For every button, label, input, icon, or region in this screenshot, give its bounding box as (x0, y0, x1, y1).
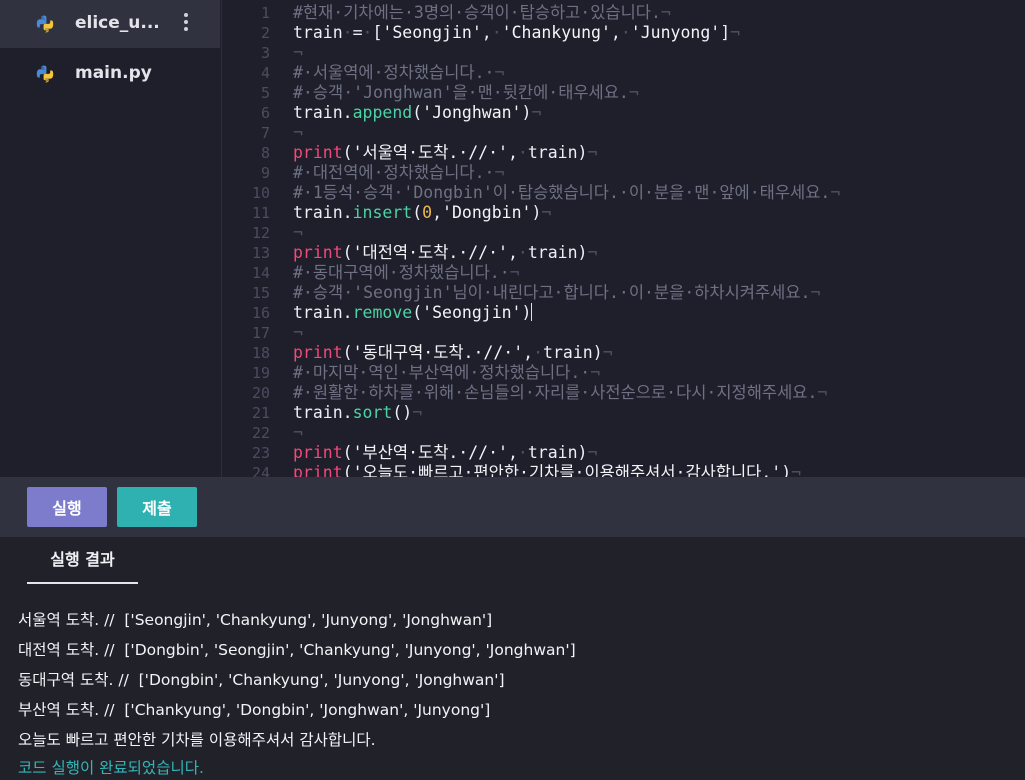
code-text: ¬ (293, 43, 303, 62)
line-number: 17 (251, 324, 270, 342)
code-line[interactable]: 16 train.remove('Seongjin') (222, 303, 1025, 323)
line-number: 20 (251, 384, 270, 402)
line-number: 9 (260, 164, 270, 182)
code-text: print('대전역·도착.·//·',·train)¬ (293, 243, 598, 262)
code-text: ¬ (293, 423, 303, 442)
line-number: 4 (260, 64, 270, 82)
line-number: 6 (260, 104, 270, 122)
code-line[interactable]: 19 #·마지막·역인·부산역에·정차했습니다.·¬ (222, 363, 1025, 383)
line-number: 21 (251, 404, 270, 422)
file-explorer: elice_u... main.py (0, 0, 222, 477)
file-name: main.py (75, 63, 152, 83)
line-number: 3 (260, 44, 270, 62)
code-text: #·1등석·승객·'Dongbin'이·탑승했습니다.·이·분을·맨·앞에·태우… (293, 183, 841, 202)
output-line: 오늘도 빠르고 편안한 기차를 이용해주셔서 감사합니다. (18, 731, 376, 749)
run-button[interactable]: 실행 (27, 487, 107, 527)
code-line[interactable]: 10 #·1등석·승객·'Dongbin'이·탑승했습니다.·이·분을·맨·앞에·… (222, 183, 1025, 203)
text-cursor (531, 303, 533, 321)
code-line[interactable]: 13 print('대전역·도착.·//·',·train)¬ (222, 243, 1025, 263)
code-text: train·=·['Seongjin',·'Chankyung',·'Junyo… (293, 23, 741, 42)
code-line[interactable]: 6 train.append('Jonghwan')¬ (222, 103, 1025, 123)
code-text: train.sort()¬ (293, 403, 423, 422)
line-number: 7 (260, 124, 270, 142)
code-line[interactable]: 9 #·대전역에·정차했습니다.·¬ (222, 163, 1025, 183)
code-text: ¬ (293, 323, 303, 342)
code-line[interactable]: 23 print('부산역·도착.·//·',·train)¬ (222, 443, 1025, 463)
code-line[interactable]: 11 train.insert(0,'Dongbin')¬ (222, 203, 1025, 223)
code-text: ¬ (293, 223, 303, 242)
line-number: 16 (251, 304, 270, 322)
line-number: 22 (251, 424, 270, 442)
code-text: train.append('Jonghwan')¬ (293, 103, 542, 122)
line-number: 10 (251, 184, 270, 202)
code-line[interactable]: 2 train·=·['Seongjin',·'Chankyung',·'Juny… (222, 23, 1025, 43)
code-text: print('동대구역·도착.·//·',·train)¬ (293, 343, 613, 362)
code-text: train.remove('Seongjin') (293, 303, 533, 322)
line-number: 23 (251, 444, 270, 462)
code-text: #·동대구역에·정차했습니다.·¬ (293, 263, 520, 282)
code-text: #·승객·'Seongjin'님이·내린다고·합니다.·이·분을·하차시켜주세요… (293, 283, 821, 302)
code-line[interactable]: 22 ¬ (222, 423, 1025, 443)
file-item-main[interactable]: main.py (0, 50, 220, 98)
code-line[interactable]: 8 print('서울역·도착.·//·',·train)¬ (222, 143, 1025, 163)
code-text: #·승객·'Jonghwan'을·맨·뒷칸에·태우세요.¬ (293, 83, 639, 102)
code-text: #현재·기차에는·3명의·승객이·탑승하고·있습니다.¬ (293, 3, 671, 22)
submit-button[interactable]: 제출 (117, 487, 197, 527)
code-line[interactable]: 18 print('동대구역·도착.·//·',·train)¬ (222, 343, 1025, 363)
line-number: 2 (260, 24, 270, 42)
code-line[interactable]: 21 train.sort()¬ (222, 403, 1025, 423)
line-number: 18 (251, 344, 270, 362)
line-number: 24 (251, 464, 270, 477)
code-text: #·서울역에·정차했습니다.·¬ (293, 63, 505, 82)
code-line[interactable]: 12 ¬ (222, 223, 1025, 243)
code-text: print('부산역·도착.·//·',·train)¬ (293, 443, 598, 462)
output-panel: 실행 결과 서울역 도착. // ['Seongjin', 'Chankyung… (0, 537, 1025, 780)
file-item-elice[interactable]: elice_u... (0, 0, 220, 48)
code-line[interactable]: 1 #현재·기차에는·3명의·승객이·탑승하고·있습니다.¬ (222, 3, 1025, 23)
line-number: 8 (260, 144, 270, 162)
code-text: print('오늘도·빠르고·편안한·기차를·이용해주셔서·감사합니다.')¬ (293, 463, 802, 477)
file-name: elice_u... (75, 13, 160, 33)
code-text: train.insert(0,'Dongbin')¬ (293, 203, 552, 222)
code-text: print('서울역·도착.·//·',·train)¬ (293, 143, 598, 162)
code-text: #·마지막·역인·부산역에·정차했습니다.·¬ (293, 363, 601, 382)
output-line: 대전역 도착. // ['Dongbin', 'Seongjin', 'Chan… (18, 641, 576, 659)
code-line[interactable]: 3 ¬ (222, 43, 1025, 63)
code-line[interactable]: 14 #·동대구역에·정차했습니다.·¬ (222, 263, 1025, 283)
more-options-icon[interactable] (178, 10, 194, 36)
code-line[interactable]: 15 #·승객·'Seongjin'님이·내린다고·합니다.·이·분을·하차시켜주… (222, 283, 1025, 303)
line-number: 13 (251, 244, 270, 262)
code-line[interactable]: 7 ¬ (222, 123, 1025, 143)
line-number: 11 (251, 204, 270, 222)
code-text: #·대전역에·정차했습니다.·¬ (293, 163, 505, 182)
tab-run-result[interactable]: 실행 결과 (27, 549, 138, 584)
code-line[interactable]: 17 ¬ (222, 323, 1025, 343)
action-toolbar: 실행 제출 (0, 477, 1025, 537)
line-number: 12 (251, 224, 270, 242)
python-icon (36, 65, 54, 83)
line-number: 14 (251, 264, 270, 282)
run-status-text: 코드 실행이 완료되었습니다. (18, 759, 204, 777)
python-icon (36, 15, 54, 33)
code-line[interactable]: 4 #·서울역에·정차했습니다.·¬ (222, 63, 1025, 83)
line-number: 5 (260, 84, 270, 102)
line-number: 1 (260, 4, 270, 22)
output-line: 부산역 도착. // ['Chankyung', 'Dongbin', 'Jon… (18, 701, 491, 719)
line-number: 15 (251, 284, 270, 302)
code-line[interactable]: 5 #·승객·'Jonghwan'을·맨·뒷칸에·태우세요.¬ (222, 83, 1025, 103)
code-text: ¬ (293, 123, 303, 142)
line-number: 19 (251, 364, 270, 382)
output-line: 동대구역 도착. // ['Dongbin', 'Chankyung', 'Ju… (18, 671, 505, 689)
code-text: #·원활한·하차를·위해·손님들의·자리를·사전순으로·다시·지정해주세요.¬ (293, 383, 828, 402)
code-line[interactable]: 24 print('오늘도·빠르고·편안한·기차를·이용해주셔서·감사합니다.')… (222, 463, 1025, 477)
code-line[interactable]: 20 #·원활한·하차를·위해·손님들의·자리를·사전순으로·다시·지정해주세요.… (222, 383, 1025, 403)
code-editor[interactable]: 1 #현재·기차에는·3명의·승객이·탑승하고·있습니다.¬ 2 train·=·['… (222, 0, 1025, 477)
output-line: 서울역 도착. // ['Seongjin', 'Chankyung', 'Ju… (18, 611, 493, 629)
